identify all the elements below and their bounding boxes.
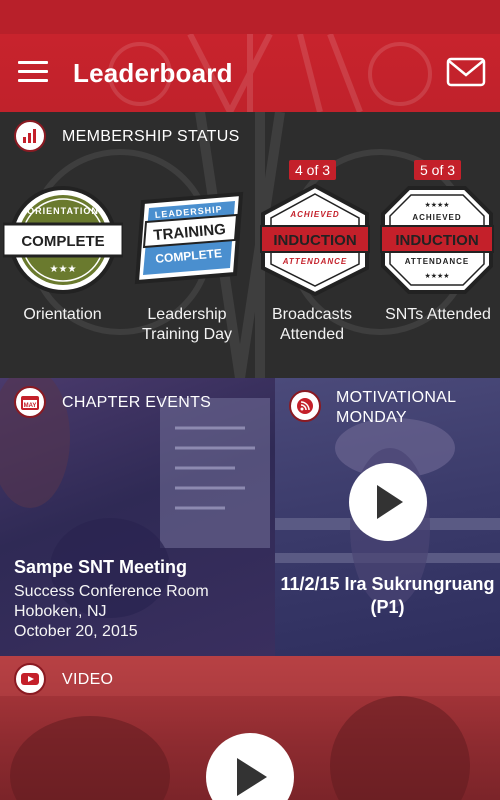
motivational-title: 11/2/15 Ira Sukrungruang (P1) <box>280 574 495 617</box>
leadership-training-badge[interactable]: LEADERSHIP TRAINING COMPLETE <box>129 182 249 298</box>
event-title: Sampe SNT Meeting <box>14 557 188 577</box>
membership-status-label: MEMBERSHIP STATUS <box>62 128 240 145</box>
calendar-icon: MAY <box>14 386 46 418</box>
app-header: Leaderboard <box>0 34 500 112</box>
badge-main-text: COMPLETE <box>21 233 104 250</box>
snts-attended-badge[interactable]: ★★★★ ACHIEVED INDUCTION ATTENDANCE ★★★★ <box>377 182 497 298</box>
video-label: VIDEO <box>62 671 114 688</box>
menu-line <box>18 61 48 64</box>
menu-line <box>18 79 48 82</box>
hamburger-menu-button[interactable] <box>18 61 48 83</box>
event-date: October 20, 2015 <box>14 623 138 640</box>
broadcasts-attended-badge[interactable]: ACHIEVED INDUCTION ATTENDANCE <box>255 182 375 298</box>
membership-status-section: MEMBERSHIP STATUS 4 of 3 5 of 3 ORIENTAT… <box>0 112 500 378</box>
motivational-play-button[interactable] <box>349 463 427 541</box>
event-location: Success Conference Room <box>14 583 209 600</box>
snts-attended-label: SNTs Attended <box>385 306 491 323</box>
badge-main-text: INDUCTION <box>395 232 478 249</box>
broadcasts-attended-label: Broadcasts Attended <box>271 306 353 343</box>
play-icon <box>237 758 267 796</box>
broadcasts-count-badge: 4 of 3 <box>289 160 337 180</box>
badge-main-text: INDUCTION <box>273 232 356 249</box>
chart-icon <box>14 120 46 152</box>
snts-count-badge: 5 of 3 <box>414 160 462 180</box>
youtube-icon <box>14 663 46 695</box>
svg-text:★★★★: ★★★★ <box>424 201 449 209</box>
rss-icon <box>289 390 321 422</box>
menu-line <box>18 70 48 73</box>
badge-sub-text: ATTENDANCE <box>282 257 348 266</box>
mail-icon[interactable] <box>446 55 486 89</box>
page-title: Leaderboard <box>73 58 233 88</box>
event-city: Hoboken, NJ <box>14 603 107 620</box>
badge-sub-text: ATTENDANCE <box>405 257 470 266</box>
play-icon <box>377 485 403 519</box>
orientation-badge[interactable]: ORIENTATION COMPLETE ★★★ <box>1 182 125 298</box>
svg-text:★★★: ★★★ <box>50 264 77 275</box>
badge-top-text: ACHIEVED <box>289 210 339 219</box>
leadership-training-label: Leadership Training Day <box>141 306 233 343</box>
orientation-label: Orientation <box>23 306 102 323</box>
status-bar <box>0 0 500 34</box>
svg-text:★★★★: ★★★★ <box>424 272 449 280</box>
chapter-events-label: CHAPTER EVENTS <box>62 394 212 411</box>
badge-top-text: ORIENTATION <box>27 206 99 216</box>
badge-top-text: ACHIEVED <box>412 213 461 222</box>
motivational-monday-label: MOTIVATIONAL MONDAY <box>336 389 456 426</box>
calendar-icon-text: MAY <box>24 403 37 409</box>
